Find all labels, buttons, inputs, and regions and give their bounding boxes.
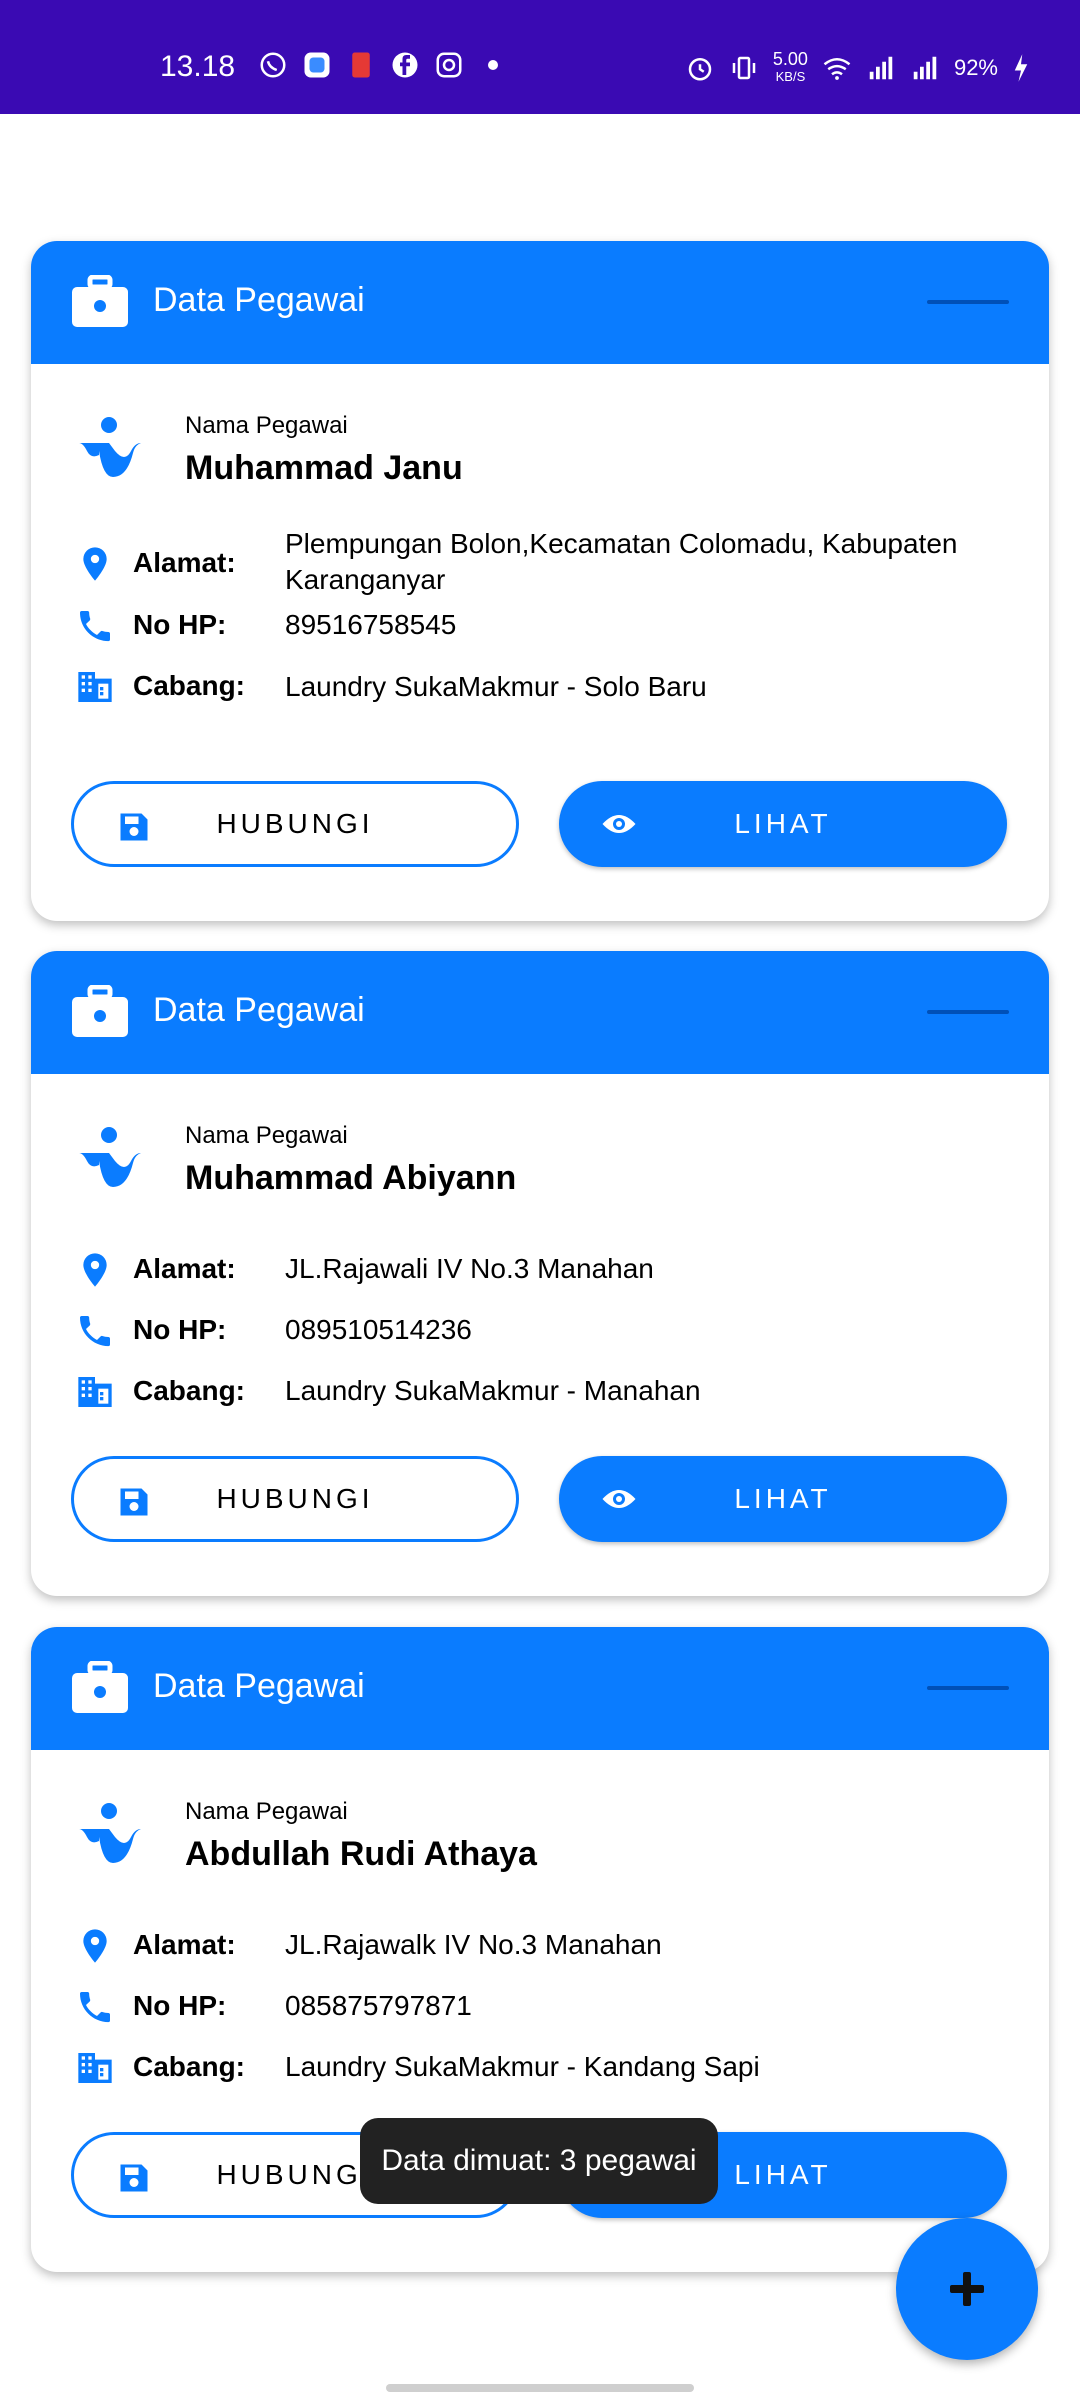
save-icon	[120, 2164, 148, 2192]
notification-icons	[258, 50, 508, 80]
system-icons: 5.00 KB/S 92%	[685, 50, 1030, 86]
employee-name: Muhammad Abiyann	[185, 1159, 517, 1197]
save-icon	[120, 813, 148, 841]
wifi-icon	[823, 58, 851, 80]
briefcase-icon	[72, 275, 128, 327]
phone-value: 089510514236	[285, 1314, 472, 1345]
name-label: Nama Pegawai	[185, 1122, 348, 1149]
phone-label: No HP:	[133, 1314, 227, 1345]
branch-label: Cabang:	[133, 670, 245, 701]
speed-value: 5.00	[772, 49, 808, 69]
network-speed: 5.00 KB/S	[773, 50, 808, 86]
building-icon	[78, 2053, 112, 2083]
location-pin-icon	[83, 1253, 107, 1287]
address-value: JL.Rajawalk IV No.3 Manahan	[285, 1929, 662, 1960]
name-label: Nama Pegawai	[185, 412, 348, 439]
toast-message: Data dimuat: 3 pegawai	[360, 2118, 718, 2204]
add-employee-button[interactable]	[896, 2218, 1038, 2360]
building-icon	[78, 672, 112, 702]
view-button[interactable]: LIHAT	[559, 781, 1007, 867]
collapse-handle[interactable]	[927, 300, 1009, 304]
facebook-icon	[392, 52, 418, 78]
employee-list[interactable]: Data Pegawai Nama Pegawai Muhammad Janu …	[0, 114, 1080, 2400]
phone-label: No HP:	[133, 1990, 227, 2021]
location-pin-icon	[83, 547, 107, 581]
card-header[interactable]: Data Pegawai	[31, 1627, 1049, 1750]
charging-icon	[1014, 54, 1028, 82]
card-title: Data Pegawai	[153, 281, 365, 319]
speed-unit: KB/S	[775, 69, 806, 84]
card-header[interactable]: Data Pegawai	[31, 241, 1049, 364]
briefcase-icon	[72, 985, 128, 1037]
branch-label: Cabang:	[133, 2051, 245, 2082]
view-button[interactable]: LIHAT	[559, 1456, 1007, 1542]
card-title: Data Pegawai	[153, 1667, 365, 1705]
phone-label: No HP:	[133, 609, 227, 640]
employee-name: Abdullah Rudi Athaya	[185, 1835, 537, 1873]
pay-icon	[352, 52, 370, 78]
vibrate-icon	[732, 56, 756, 80]
save-icon	[120, 1488, 148, 1516]
phone-value: 89516758545	[285, 609, 457, 640]
collapse-handle[interactable]	[927, 1010, 1009, 1014]
building-icon	[78, 1377, 112, 1407]
card-title: Data Pegawai	[153, 991, 365, 1029]
employee-name: Muhammad Janu	[185, 449, 463, 487]
location-pin-icon	[83, 1929, 107, 1963]
address-label: Alamat:	[133, 1253, 236, 1284]
employee-card: Data Pegawai Nama Pegawai Muhammad Janu …	[31, 241, 1049, 921]
gesture-nav-handle[interactable]	[386, 2384, 694, 2392]
instagram-icon	[436, 52, 462, 78]
collapse-handle[interactable]	[927, 1686, 1009, 1690]
branch-value: Laundry SukaMakmur - Solo Baru	[285, 671, 707, 702]
branch-value: Laundry SukaMakmur - Kandang Sapi	[285, 2051, 760, 2082]
contact-button[interactable]: HUBUNGI	[71, 1456, 519, 1542]
address-value: Plempungan Bolon,Kecamatan Colomadu, Kab…	[285, 528, 958, 595]
alarm-icon	[688, 58, 712, 81]
status-bar: 13.18 5.00 KB/S 92%	[0, 0, 1080, 114]
branch-value: Laundry SukaMakmur - Manahan	[285, 1375, 701, 1406]
eye-icon	[602, 815, 636, 833]
briefcase-icon	[72, 1661, 128, 1713]
signal-icon	[869, 56, 893, 80]
address-label: Alamat:	[133, 1929, 236, 1960]
address-label: Alamat:	[133, 547, 236, 578]
phone-icon	[80, 1316, 110, 1347]
whatsapp-icon	[260, 52, 286, 78]
address-value: JL.Rajawali IV No.3 Manahan	[285, 1253, 654, 1284]
eye-icon	[602, 1490, 636, 1508]
app-icon	[304, 52, 330, 78]
employee-card: Data Pegawai Nama Pegawai Muhammad Abiya…	[31, 951, 1049, 1596]
plus-icon	[950, 2272, 984, 2306]
contact-button[interactable]: HUBUNGI	[71, 781, 519, 867]
company-logo-icon	[79, 417, 141, 477]
signal-icon-2	[913, 56, 937, 80]
name-label: Nama Pegawai	[185, 1798, 348, 1825]
card-header[interactable]: Data Pegawai	[31, 951, 1049, 1074]
company-logo-icon	[79, 1127, 141, 1187]
company-logo-icon	[79, 1803, 141, 1863]
phone-icon	[80, 1992, 110, 2023]
dot-icon	[488, 60, 498, 70]
phone-value: 085875797871	[285, 1990, 472, 2021]
phone-icon	[80, 611, 110, 642]
battery-percent: 92%	[953, 55, 998, 80]
branch-label: Cabang:	[133, 1375, 245, 1406]
status-time: 13.18	[160, 50, 236, 83]
